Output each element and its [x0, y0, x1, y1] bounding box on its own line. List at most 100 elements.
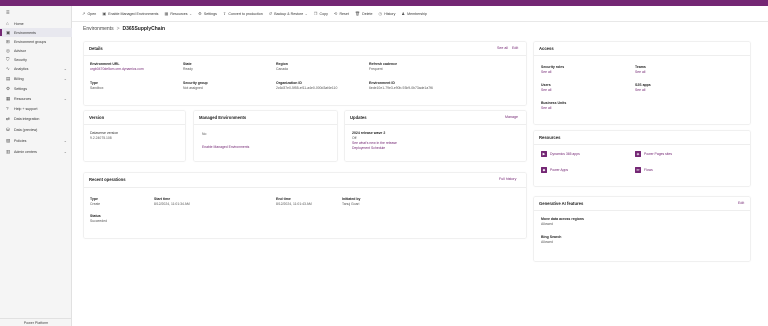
- sidebar-item-label: Data (preview): [14, 127, 38, 132]
- operation-status-label: Status: [90, 214, 101, 218]
- sidebar-item-data-integration[interactable]: ⇄ Data integration: [0, 114, 72, 123]
- toolbar-settings-button[interactable]: ⚙ Settings: [198, 11, 217, 16]
- toolbar-open-button[interactable]: ↗ Open: [82, 11, 96, 16]
- toolbar-delete-button[interactable]: 🗑 Delete: [355, 11, 373, 17]
- home-icon: ⌂: [6, 21, 9, 26]
- backup-icon: ↺: [268, 11, 273, 16]
- sidebar-item-environments[interactable]: ▣ Environments: [0, 28, 72, 37]
- recent-operations-card: Recent operations Full history Type Crea…: [84, 173, 526, 238]
- chevron-down-icon[interactable]: ⌄: [64, 138, 67, 143]
- sidebar-item-label: Environments: [14, 30, 36, 35]
- sidebar-nav: ≡ ⌂ Home ▣ Environments ⊞ Environment groups ◎…: [0, 6, 72, 326]
- chevron-down-icon[interactable]: ⌄: [64, 96, 67, 101]
- toolbar-enable-managed-environments-button[interactable]: ▣ Enable Managed Environments: [102, 11, 158, 16]
- sidebar-item-label: Environment groups: [14, 39, 47, 44]
- hamburger-menu-icon[interactable]: ≡: [6, 10, 10, 16]
- managed-environments-card: Managed Environments No Enable Managed E…: [194, 111, 337, 161]
- users-label: Users: [541, 83, 551, 87]
- dynamics-apps-icon: ▶: [541, 151, 547, 157]
- toolbar-button-label: Enable Managed Environments: [108, 11, 159, 16]
- resources-icon: ▦: [164, 11, 169, 16]
- sidebar-item-label: Data integration: [14, 116, 40, 121]
- resource-dynamics-365-apps-link[interactable]: ▶ Dynamics 365 apps: [541, 151, 580, 157]
- sidebar-item-policies[interactable]: ▧ Policies ⌄: [0, 136, 72, 145]
- business-units-link[interactable]: See all: [541, 106, 551, 110]
- toolbar-resources-button[interactable]: ▦ Resources ⌄: [164, 11, 192, 16]
- sidebar-item-security[interactable]: ⛉ Security: [0, 55, 72, 64]
- generative-ai-card: Generative AI features Edit Move data ac…: [534, 197, 750, 261]
- full-history-link[interactable]: Full history: [499, 177, 516, 181]
- sidebar-item-help-support[interactable]: ? Help + support: [0, 104, 72, 113]
- toolbar-button-label: Copy: [319, 11, 328, 16]
- sidebar-item-label: Help + support: [14, 106, 38, 111]
- toolbar-backup-restore-button[interactable]: ↺ Backup & Restore ⌄: [269, 11, 308, 16]
- resource-power-apps-link[interactable]: ◆ Power Apps: [541, 167, 568, 173]
- business-units-label: Business Units: [541, 101, 567, 105]
- chevron-down-icon[interactable]: ⌄: [64, 76, 67, 81]
- version-divider: [84, 124, 185, 125]
- teams-link[interactable]: See all: [635, 70, 645, 74]
- toolbar-button-label: Membership: [407, 11, 427, 16]
- resource-flows-link[interactable]: ≫ Flows: [635, 167, 653, 173]
- s2s-apps-link[interactable]: See all: [635, 88, 645, 92]
- users-link[interactable]: See all: [541, 88, 551, 92]
- security-roles-link[interactable]: See all: [541, 70, 551, 74]
- toolbar-reset-button[interactable]: ⟲ Reset: [334, 11, 349, 16]
- resource-power-pages-sites-link[interactable]: ◈ Power Pages sites: [635, 151, 672, 157]
- move-data-value: Allowed: [541, 222, 553, 226]
- recent-operations-divider: [84, 187, 526, 188]
- enable-managed-environments-link[interactable]: Enable Managed Environments: [202, 145, 249, 149]
- chevron-down-icon: ⌄: [304, 11, 308, 16]
- generative-ai-divider: [534, 210, 750, 211]
- access-title: Access: [539, 46, 554, 51]
- version-title: Version: [89, 115, 105, 120]
- help-icon: ?: [6, 106, 9, 111]
- generative-ai-edit-link[interactable]: Edit: [738, 201, 744, 205]
- sidebar-item-admin-centers[interactable]: ▥ Admin centers ⌄: [0, 147, 72, 156]
- sidebar-item-data-preview[interactable]: ⛁ Data (preview): [0, 125, 72, 134]
- updates-divider: [345, 124, 526, 125]
- organization-id-value: 2c6d37e0-5f55-ef11-a4e0-000d3af4e110: [276, 86, 338, 90]
- chevron-down-icon: ⌄: [189, 11, 193, 16]
- toolbar-convert-to-production-button[interactable]: ⇧ Convert to production: [223, 11, 263, 16]
- refresh-cadence-value: Frequent: [369, 67, 383, 71]
- sidebar-item-label: Settings: [14, 86, 27, 91]
- details-see-all-link[interactable]: See all: [497, 46, 508, 50]
- page-title: D365SupplyChain: [122, 26, 166, 32]
- whats-new-link[interactable]: See what's new in the release: [352, 141, 397, 145]
- breadcrumb-environments-link[interactable]: Environments: [83, 26, 114, 32]
- security-group-value: Not assigned: [183, 86, 203, 90]
- sidebar-item-analytics[interactable]: ∿ Analytics ⌄: [0, 64, 72, 73]
- toolbar-membership-button[interactable]: ♟ Membership: [401, 11, 427, 16]
- toolbar-history-button[interactable]: ◷ History: [379, 11, 396, 16]
- s2s-apps-label: S2S apps: [635, 83, 651, 87]
- toolbar-copy-button[interactable]: ❐ Copy: [314, 11, 328, 16]
- teams-label: Teams: [635, 65, 646, 69]
- admin-centers-icon: ▥: [6, 148, 11, 154]
- sidebar-item-home[interactable]: ⌂ Home: [0, 19, 72, 28]
- details-title: Details: [89, 46, 103, 51]
- refresh-cadence-label: Refresh cadence: [369, 62, 398, 66]
- deployment-schedule-link[interactable]: Deployment Schedule: [352, 146, 385, 150]
- sidebar-item-settings[interactable]: ⚙ Settings: [0, 84, 72, 93]
- sidebar-item-billing[interactable]: ▤ Billing ⌄: [0, 74, 72, 83]
- policies-icon: ▧: [6, 137, 11, 143]
- chevron-down-icon[interactable]: ⌄: [64, 66, 67, 71]
- updates-manage-link[interactable]: Manage: [505, 115, 518, 119]
- env-url-link[interactable]: orgb0470de5cm.crm.dynamics.com: [90, 67, 144, 71]
- details-edit-link[interactable]: Edit: [512, 46, 518, 50]
- toolbar-button-label: Backup & Restore: [274, 11, 304, 16]
- details-divider: [84, 55, 526, 56]
- release-wave-status: Off: [352, 136, 357, 140]
- move-data-label: Move data across regions: [541, 217, 584, 221]
- sidebar-item-label: Policies: [14, 138, 27, 143]
- sidebar-item-environment-groups[interactable]: ⊞ Environment groups: [0, 37, 72, 46]
- sidebar-item-resources[interactable]: ▦ Resources ⌄: [0, 94, 72, 103]
- advisor-icon: ◎: [6, 47, 11, 53]
- sidebar-item-advisor[interactable]: ◎ Advisor: [0, 46, 72, 55]
- membership-icon: ♟: [401, 11, 406, 16]
- chevron-down-icon[interactable]: ⌄: [64, 149, 67, 154]
- billing-icon: ▤: [6, 75, 11, 81]
- state-value: Ready: [183, 67, 193, 71]
- security-roles-label: Security roles: [541, 65, 565, 69]
